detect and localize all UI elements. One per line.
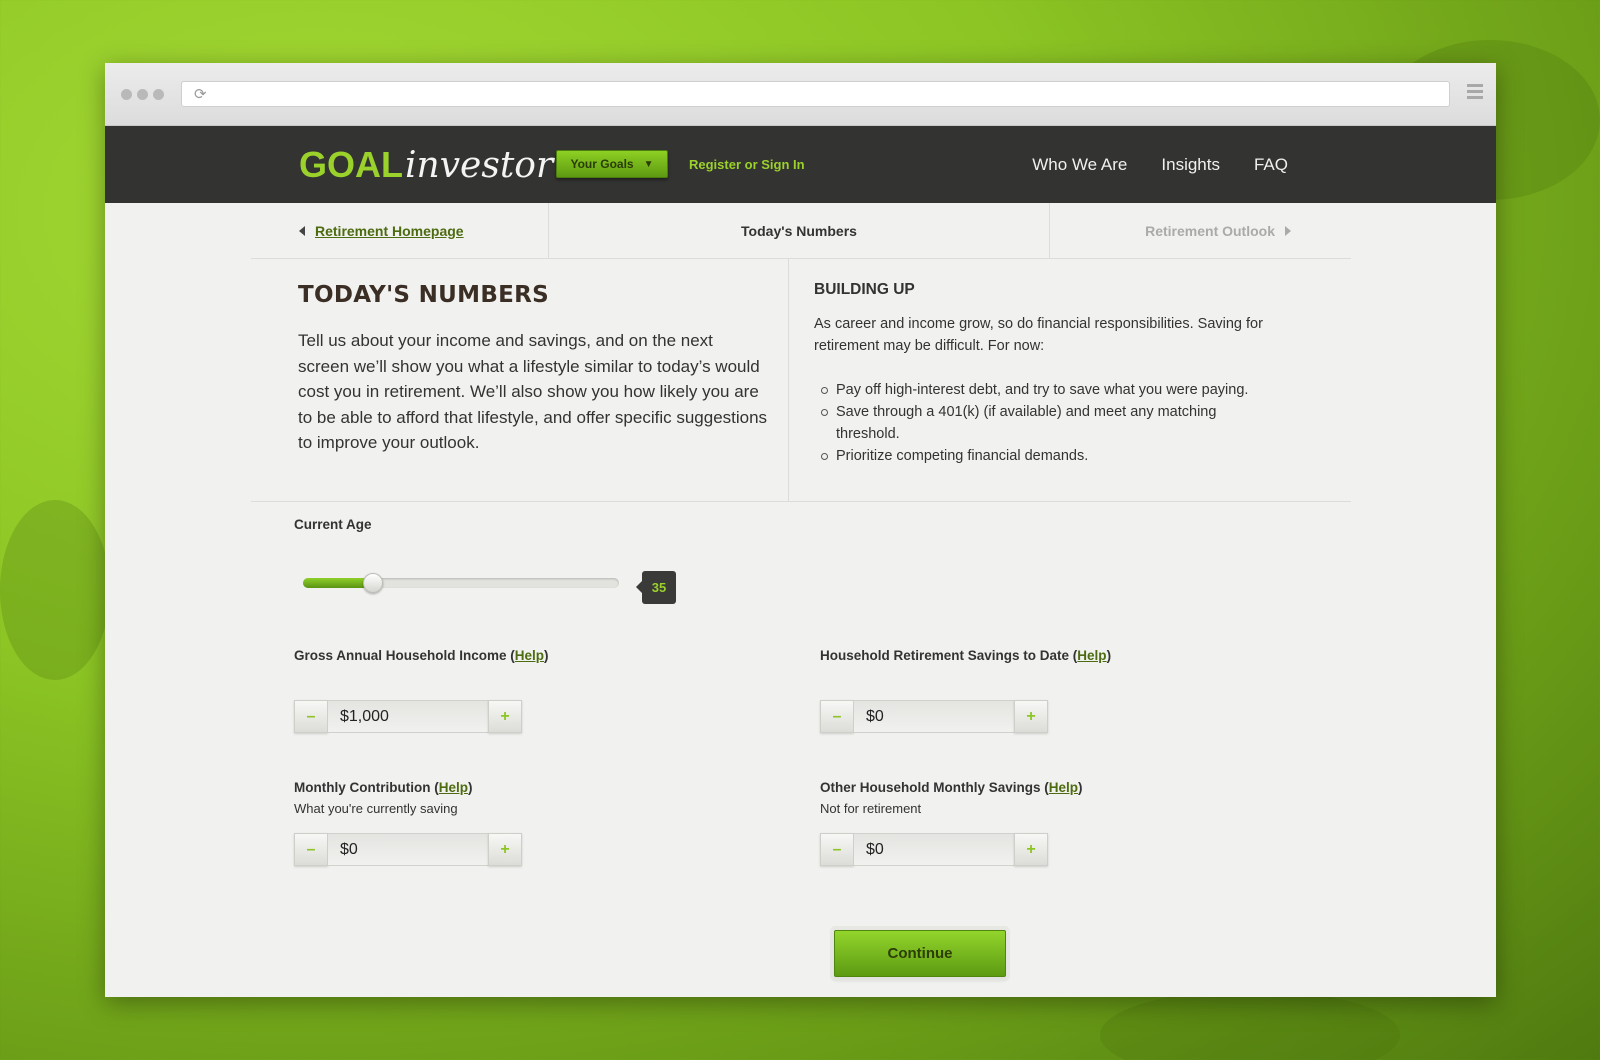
age-value-badge: 35 bbox=[636, 571, 676, 604]
breadcrumb-current: Today's Numbers bbox=[548, 203, 1050, 258]
window-controls bbox=[121, 89, 164, 100]
income-label: Gross Annual Household Income (Help) bbox=[294, 648, 549, 663]
contribution-sublabel: What you're currently saving bbox=[294, 801, 458, 816]
income-decrement-button[interactable]: – bbox=[294, 700, 328, 733]
arrow-right-icon bbox=[1285, 225, 1291, 236]
intro-section: TODAY'S NUMBERS Tell us about your incom… bbox=[251, 259, 1351, 502]
reload-icon[interactable]: ⟳ bbox=[194, 85, 207, 103]
other-savings-help-link[interactable]: Help bbox=[1049, 780, 1078, 795]
savings-field: Household Retirement Savings to Date (He… bbox=[820, 648, 1111, 663]
income-increment-button[interactable]: + bbox=[488, 700, 522, 733]
address-bar[interactable]: ⟳ bbox=[181, 81, 1450, 107]
page-title: TODAY'S NUMBERS bbox=[298, 282, 550, 308]
income-input[interactable] bbox=[328, 700, 488, 733]
breadcrumb-previous[interactable]: Retirement Homepage bbox=[251, 203, 548, 258]
your-goals-label: Your Goals bbox=[570, 157, 634, 171]
main-nav-links: Who We Are Insights FAQ bbox=[1032, 155, 1288, 175]
breadcrumb-next[interactable]: Retirement Outlook bbox=[1050, 203, 1351, 258]
income-help-link[interactable]: Help bbox=[515, 648, 544, 663]
other-savings-input[interactable] bbox=[854, 833, 1014, 866]
browser-window: ⟳ GOAL investor ® Your Goals ▼ Register … bbox=[105, 63, 1496, 997]
register-sign-in-link[interactable]: Register or Sign In bbox=[689, 157, 805, 172]
contribution-field: Monthly Contribution (Help) What you're … bbox=[294, 780, 472, 816]
background-splat bbox=[0, 500, 110, 680]
breadcrumb-current-label: Today's Numbers bbox=[741, 222, 857, 239]
your-goals-dropdown[interactable]: Your Goals ▼ bbox=[556, 150, 668, 178]
income-stepper: – + bbox=[294, 700, 522, 733]
contribution-increment-button[interactable]: + bbox=[488, 833, 522, 866]
savings-decrement-button[interactable]: – bbox=[820, 700, 854, 733]
income-field: Gross Annual Household Income (Help) bbox=[294, 648, 549, 663]
section-divider bbox=[788, 259, 789, 502]
age-slider[interactable] bbox=[303, 573, 619, 593]
window-dot[interactable] bbox=[121, 89, 132, 100]
savings-input[interactable] bbox=[854, 700, 1014, 733]
logo-goal-text: GOAL bbox=[299, 144, 403, 185]
background-splat bbox=[1100, 990, 1400, 1060]
continue-button[interactable]: Continue bbox=[834, 930, 1006, 977]
other-savings-stepper: – + bbox=[820, 833, 1048, 866]
contribution-label: Monthly Contribution (Help) bbox=[294, 780, 473, 795]
other-savings-field: Other Household Monthly Savings (Help) N… bbox=[820, 780, 1083, 816]
current-age-label: Current Age bbox=[294, 517, 372, 532]
arrow-left-icon bbox=[299, 225, 305, 236]
other-savings-decrement-button[interactable]: – bbox=[820, 833, 854, 866]
building-up-panel: BUILDING UP As career and income grow, s… bbox=[814, 281, 1284, 467]
contribution-input[interactable] bbox=[328, 833, 488, 866]
logo-investor-text: investor bbox=[405, 145, 554, 186]
tips-list: Pay off high-interest debt, and try to s… bbox=[814, 379, 1284, 467]
hamburger-menu-icon[interactable] bbox=[1467, 84, 1483, 102]
nav-insights[interactable]: Insights bbox=[1161, 155, 1220, 175]
browser-chrome: ⟳ bbox=[105, 63, 1496, 126]
savings-help-link[interactable]: Help bbox=[1077, 648, 1106, 663]
list-item: Prioritize competing financial demands. bbox=[814, 445, 1284, 467]
intro-description: Tell us about your income and savings, a… bbox=[298, 331, 768, 452]
other-savings-label: Other Household Monthly Savings (Help) bbox=[820, 780, 1083, 795]
top-navigation: GOAL investor ® Your Goals ▼ Register or… bbox=[105, 126, 1496, 203]
chevron-down-icon: ▼ bbox=[643, 158, 654, 170]
savings-increment-button[interactable]: + bbox=[1014, 700, 1048, 733]
intro-main: TODAY'S NUMBERS Tell us about your incom… bbox=[298, 282, 768, 456]
other-savings-sublabel: Not for retirement bbox=[820, 801, 922, 816]
nav-faq[interactable]: FAQ bbox=[1254, 155, 1288, 175]
site-logo[interactable]: GOAL investor ® bbox=[299, 144, 565, 186]
age-slider-handle[interactable] bbox=[362, 573, 383, 593]
other-savings-increment-button[interactable]: + bbox=[1014, 833, 1048, 866]
list-item: Pay off high-interest debt, and try to s… bbox=[814, 379, 1284, 401]
step-breadcrumb: Retirement Homepage Today's Numbers Reti… bbox=[251, 203, 1351, 259]
savings-label: Household Retirement Savings to Date (He… bbox=[820, 648, 1112, 663]
contribution-help-link[interactable]: Help bbox=[439, 780, 468, 795]
building-up-text: As career and income grow, so do financi… bbox=[814, 316, 1263, 354]
breadcrumb-next-label: Retirement Outlook bbox=[1145, 222, 1275, 239]
savings-stepper: – + bbox=[820, 700, 1048, 733]
building-up-title: BUILDING UP bbox=[814, 281, 915, 298]
contribution-decrement-button[interactable]: – bbox=[294, 833, 328, 866]
list-item: Save through a 401(k) (if available) and… bbox=[814, 401, 1284, 445]
contribution-stepper: – + bbox=[294, 833, 522, 866]
breadcrumb-previous-label: Retirement Homepage bbox=[315, 222, 464, 239]
window-dot[interactable] bbox=[153, 89, 164, 100]
window-dot[interactable] bbox=[137, 89, 148, 100]
nav-who-we-are[interactable]: Who We Are bbox=[1032, 155, 1127, 175]
